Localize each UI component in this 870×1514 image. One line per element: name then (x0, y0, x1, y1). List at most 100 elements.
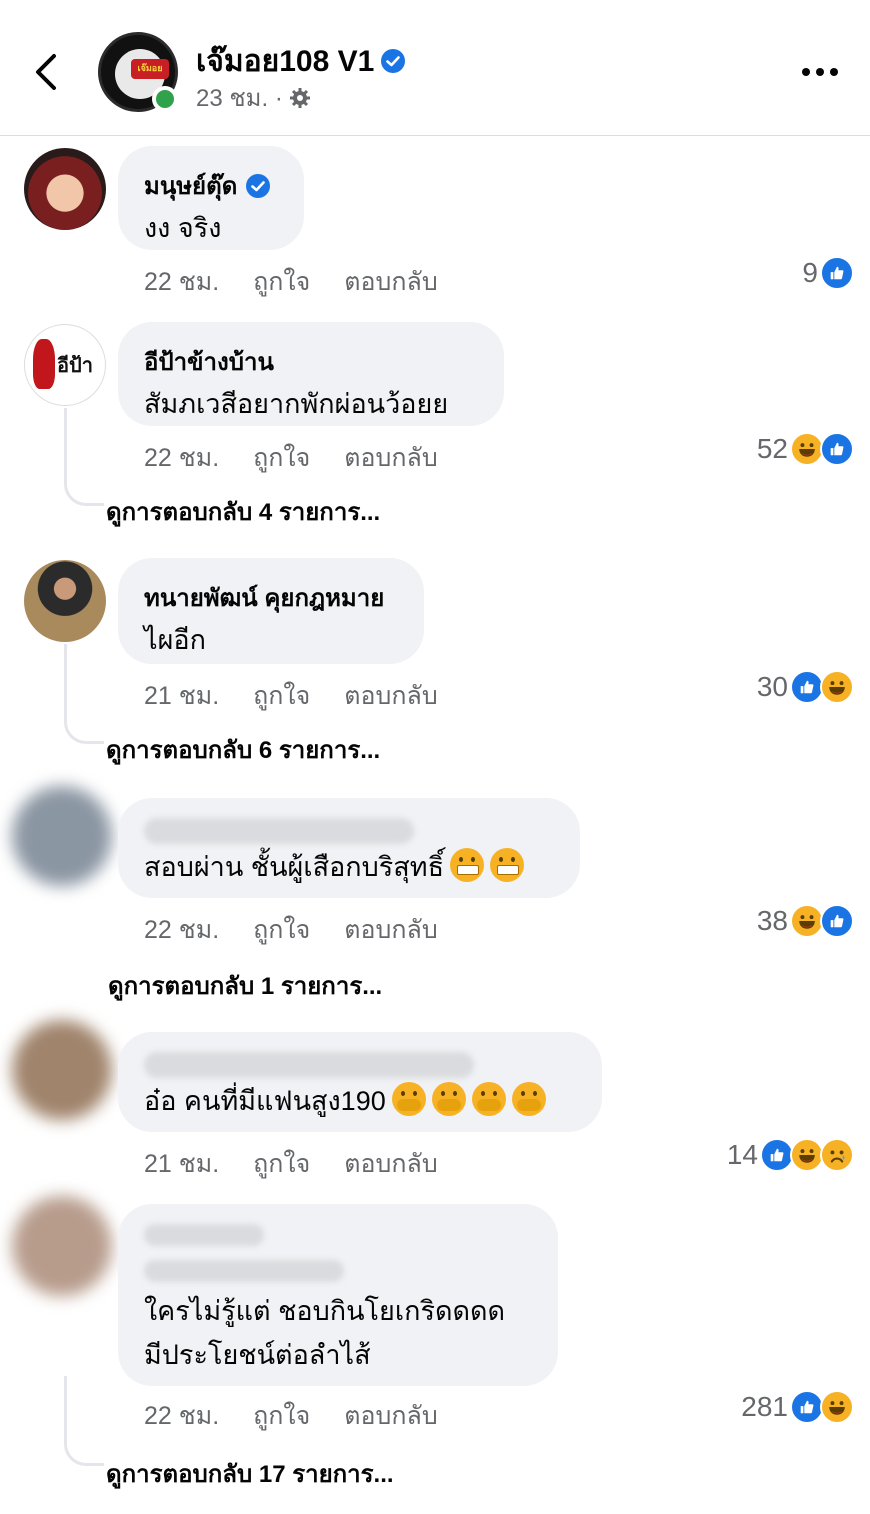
avatar-text: อีป้า (57, 355, 93, 377)
comment-actions: 21 ชม. ถูกใจ ตอบกลับ (144, 1144, 438, 1184)
comment-time: 22 ชม. (144, 444, 220, 472)
hand-over-mouth-emoji-icon (471, 1082, 506, 1116)
reaction-summary[interactable]: 14 (727, 1138, 854, 1172)
haha-reaction-icon (790, 432, 824, 466)
comment-item: ทนายพัฒน์ คุยกฎหมาย ไผอีก 21 ชม. ถูกใจ ต… (0, 558, 870, 768)
blurred-author-subtitle (144, 1260, 344, 1282)
reaction-count: 9 (802, 257, 818, 288)
comment-text: สอบผ่าน ชั้นผู้เสือกบริสุทธิ์ (144, 848, 552, 886)
gear-icon (289, 88, 310, 108)
reaction-count: 30 (756, 671, 788, 702)
comment-text: ไผอีก (144, 625, 206, 655)
comment-bubble: ใครไม่รู้แต่ ชอบกินโยเกริดดดด มีประโยชน์… (118, 1204, 558, 1386)
author-name[interactable]: ทนายพัฒน์ คุยกฎหมาย (144, 578, 384, 617)
blurred-author-name (144, 1052, 474, 1078)
avatar-red-figure (33, 339, 55, 389)
page-name-text[interactable]: เจ๊มอย108 V1 (196, 45, 374, 78)
like-button[interactable]: ถูกใจ (253, 438, 310, 478)
haha-reaction-icon (820, 670, 854, 704)
online-status-dot (152, 86, 178, 112)
like-button[interactable]: ถูกใจ (253, 676, 310, 716)
reply-thread-line (64, 408, 104, 506)
view-replies-link[interactable]: ดูการตอบกลับ 6 รายการ... (106, 730, 380, 769)
like-button[interactable]: ถูกใจ (253, 910, 310, 950)
meta-separator: · (274, 85, 283, 112)
reaction-summary[interactable]: 38 (757, 904, 854, 938)
author-name[interactable]: มนุษย์ตุ๊ด (144, 166, 237, 205)
like-reaction-icon (790, 670, 824, 704)
comment-author[interactable]: มนุษย์ตุ๊ด (144, 166, 276, 205)
sad-reaction-icon (820, 1138, 854, 1172)
reaction-summary[interactable]: 9 (802, 256, 854, 290)
comment-item: อีป้า อีป้าข้างบ้าน สัมภเวสีอยากพักผ่อนว… (0, 322, 870, 532)
reaction-count: 52 (756, 433, 788, 464)
comment-bubble: ทนายพัฒน์ คุยกฎหมาย ไผอีก (118, 558, 424, 664)
reply-button[interactable]: ตอบกลับ (344, 1396, 437, 1436)
view-replies-link[interactable]: ดูการตอบกลับ 17 รายการ... (106, 1454, 394, 1493)
comment-text-content: สอบผ่าน ชั้นผู้เสือกบริสุทธิ์ (144, 852, 445, 882)
more-options-icon[interactable] (800, 62, 840, 82)
reaction-count: 14 (726, 1139, 758, 1170)
back-arrow-icon[interactable] (28, 50, 68, 94)
page-logo-text: เจ๊มอย (137, 63, 163, 73)
like-reaction-icon (820, 904, 854, 938)
commenter-avatar[interactable] (24, 148, 106, 230)
blurred-author-name (144, 1224, 264, 1246)
comment-item: มนุษย์ตุ๊ด งง จริง 22 ชม. ถูกใจ ตอบกลับ … (0, 146, 870, 306)
comment-item: อ๋อ คนที่มีแฟนสูง190 21 ชม. ถูกใจ ตอบกลั… (0, 1020, 870, 1184)
haha-reaction-icon (790, 904, 824, 938)
reply-thread-line (64, 644, 104, 744)
post-meta: 23 ชม. · (196, 78, 311, 117)
like-reaction-icon (790, 1390, 824, 1424)
comment-actions: 22 ชม. ถูกใจ ตอบกลับ (144, 262, 438, 302)
like-reaction-icon (820, 432, 854, 466)
comment-time: 22 ชม. (144, 1402, 220, 1430)
comment-bubble: มนุษย์ตุ๊ด งง จริง (118, 146, 304, 250)
like-reaction-icon (760, 1138, 794, 1172)
comment-time: 21 ชม. (144, 682, 220, 710)
comment-text-content: อ๋อ คนที่มีแฟนสูง190 (144, 1086, 386, 1116)
comment-actions: 21 ชม. ถูกใจ ตอบกลับ (144, 676, 438, 716)
reaction-summary[interactable]: 281 (741, 1390, 854, 1424)
comment-author[interactable]: อีป้าข้างบ้าน (144, 342, 476, 381)
hand-over-mouth-emoji-icon (431, 1082, 466, 1116)
comment-time: 21 ชม. (144, 1150, 220, 1178)
commenter-avatar[interactable]: อีป้า (24, 324, 106, 406)
comment-bubble: อ๋อ คนที่มีแฟนสูง190 (118, 1032, 602, 1132)
post-header: เจ๊มอย เจ๊มอย108 V1 23 ชม. · (0, 0, 870, 136)
grimace-emoji-icon (490, 848, 525, 882)
commenter-avatar[interactable] (24, 560, 106, 642)
like-button[interactable]: ถูกใจ (253, 1396, 310, 1436)
reply-button[interactable]: ตอบกลับ (344, 910, 437, 950)
haha-reaction-icon (790, 1138, 824, 1172)
hand-over-mouth-emoji-icon (391, 1082, 426, 1116)
author-name[interactable]: อีป้าข้างบ้าน (144, 342, 274, 381)
commenter-avatar[interactable] (12, 1020, 112, 1120)
reaction-summary[interactable]: 30 (757, 670, 854, 704)
post-time: 23 ชม. (196, 85, 269, 112)
comment-item: ใครไม่รู้แต่ ชอบกินโยเกริดดดด มีประโยชน์… (0, 1196, 870, 1500)
like-button[interactable]: ถูกใจ (253, 1144, 310, 1184)
reply-button[interactable]: ตอบกลับ (344, 676, 437, 716)
comment-text: สัมภเวสีอยากพักผ่อนว้อยย (144, 389, 449, 419)
commenter-avatar[interactable] (12, 1196, 112, 1296)
view-replies-link[interactable]: ดูการตอบกลับ 1 รายการ... (108, 966, 382, 1005)
view-replies-link[interactable]: ดูการตอบกลับ 4 รายการ... (106, 492, 380, 531)
comment-time: 22 ชม. (144, 268, 220, 296)
commenter-avatar[interactable] (12, 786, 112, 886)
comment-text-line-1: ใครไม่รู้แต่ ชอบกินโยเกริดดดด (144, 1296, 506, 1326)
reply-button[interactable]: ตอบกลับ (344, 1144, 437, 1184)
reaction-count: 281 (741, 1391, 788, 1422)
comment-text-line-2: มีประโยชน์ต่อลำไส้ (144, 1340, 371, 1370)
comment-author[interactable]: ทนายพัฒน์ คุยกฎหมาย (144, 578, 396, 617)
reply-button[interactable]: ตอบกลับ (344, 262, 437, 302)
like-button[interactable]: ถูกใจ (253, 262, 310, 302)
verified-badge-icon (246, 173, 271, 198)
reply-button[interactable]: ตอบกลับ (344, 438, 437, 478)
verified-badge-icon (381, 49, 406, 73)
grimace-emoji-icon (450, 848, 485, 882)
reaction-summary[interactable]: 52 (757, 432, 854, 466)
blurred-author-name (144, 818, 414, 844)
comment-bubble: สอบผ่าน ชั้นผู้เสือกบริสุทธิ์ (118, 798, 580, 898)
comment-text: งง จริง (144, 213, 222, 243)
